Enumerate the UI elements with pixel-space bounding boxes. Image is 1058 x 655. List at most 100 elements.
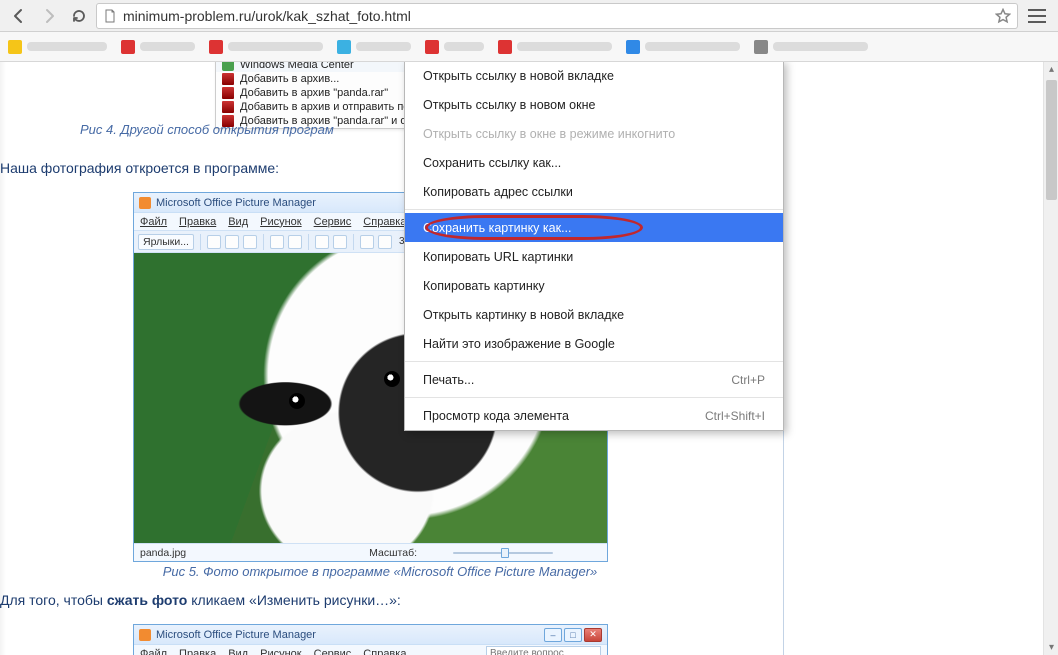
body-line-2: Для того, чтобы сжать фото кликаем «Изме…: [0, 592, 401, 608]
ctx-shortcut: Ctrl+Shift+I: [705, 409, 765, 423]
ctx-label: Просмотр кода элемента: [423, 409, 569, 423]
archive-item: Добавить в архив...: [240, 73, 339, 85]
window-close-button[interactable]: ✕: [584, 628, 602, 642]
bookmark-item[interactable]: [626, 40, 740, 54]
pm-menu-edit[interactable]: Правка: [179, 216, 216, 228]
scrollbar-thumb[interactable]: [1046, 80, 1057, 200]
page-icon: [103, 9, 117, 23]
pm-menu-picture[interactable]: Рисунок: [260, 648, 302, 655]
zoom-slider[interactable]: [453, 552, 553, 554]
status-icon[interactable]: [589, 547, 601, 559]
chrome-context-menu: Открыть ссылку в новой вкладке Открыть с…: [404, 62, 784, 431]
ctx-open-link-incognito: Открыть ссылку в окне в режиме инкогнито: [405, 119, 783, 148]
ctx-separator: [405, 209, 783, 210]
pm-menu-help[interactable]: Справка: [363, 648, 406, 655]
pm-menu-view[interactable]: Вид: [228, 648, 248, 655]
ctx-label: Копировать URL картинки: [423, 250, 573, 264]
pm-help-search: [418, 646, 601, 655]
scroll-up-button[interactable]: ▴: [1044, 62, 1058, 77]
ctx-label: Открыть ссылку в окне в режиме инкогнито: [423, 127, 675, 141]
window-maximize-button[interactable]: □: [564, 628, 582, 642]
vertical-scrollbar[interactable]: ▴ ▾: [1043, 62, 1058, 655]
ctx-open-image-new-tab[interactable]: Открыть картинку в новой вкладке: [405, 300, 783, 329]
address-bar[interactable]: minimum-problem.ru/urok/kak_szhat_foto.h…: [96, 3, 1018, 29]
toolbar-icon[interactable]: [360, 235, 374, 249]
ctx-label: Открыть ссылку в новой вкладке: [423, 69, 614, 83]
toolbar-icon[interactable]: [333, 235, 347, 249]
ctx-label: Сохранить картинку как...: [423, 221, 572, 235]
pm-title-text: Microsoft Office Picture Manager: [156, 197, 316, 209]
pm-status-scale-label: Масштаб:: [369, 547, 417, 559]
bookmark-item[interactable]: [8, 40, 107, 54]
pm-status-filename: panda.jpg: [140, 547, 186, 559]
window-minimize-button[interactable]: –: [544, 628, 562, 642]
bookmark-star-icon[interactable]: [995, 8, 1011, 24]
pm-logo-icon: [139, 629, 151, 641]
toolbar-icon[interactable]: [225, 235, 239, 249]
ctx-search-image-google[interactable]: Найти это изображение в Google: [405, 329, 783, 358]
ctx-save-link-as[interactable]: Сохранить ссылку как...: [405, 148, 783, 177]
bookmark-item[interactable]: [209, 40, 323, 54]
body-text-span: кликаем «Изменить рисунки…»:: [187, 592, 400, 608]
chrome-menu-button[interactable]: [1028, 9, 1046, 23]
toolbar-icon[interactable]: [207, 235, 221, 249]
pm-menu-service[interactable]: Сервис: [314, 648, 352, 655]
ctx-open-link-new-tab[interactable]: Открыть ссылку в новой вкладке: [405, 62, 783, 90]
browser-toolbar: minimum-problem.ru/urok/kak_szhat_foto.h…: [0, 0, 1058, 32]
scroll-down-button[interactable]: ▾: [1044, 640, 1058, 655]
toolbar-icon[interactable]: [378, 235, 392, 249]
figure4-caption: Рис 4. Другой способ открытия програм: [80, 122, 400, 137]
nav-back-button[interactable]: [6, 3, 32, 29]
ctx-copy-image[interactable]: Копировать картинку: [405, 271, 783, 300]
ctx-label: Копировать картинку: [423, 279, 545, 293]
pm-help-search-input[interactable]: [486, 646, 601, 655]
picture-manager-window-2: Microsoft Office Picture Manager – □ ✕ Ф…: [133, 624, 608, 655]
pm-title-text: Microsoft Office Picture Manager: [156, 629, 316, 641]
pm-menu-file[interactable]: Файл: [140, 648, 167, 655]
bookmark-item[interactable]: [754, 40, 868, 54]
ctx-label: Сохранить ссылку как...: [423, 156, 561, 170]
nav-forward-button[interactable]: [36, 3, 62, 29]
pm-shortcuts-button[interactable]: Ярлыки...: [138, 234, 194, 250]
toolbar-icon[interactable]: [243, 235, 257, 249]
ctx-open-link-new-window[interactable]: Открыть ссылку в новом окне: [405, 90, 783, 119]
archive-item: Добавить в архив "panda.rar": [240, 87, 388, 99]
url-text: minimum-problem.ru/urok/kak_szhat_foto.h…: [123, 8, 989, 24]
pm-menu-view[interactable]: Вид: [228, 216, 248, 228]
ctx-label: Копировать адрес ссылки: [423, 185, 573, 199]
pm-menu-picture[interactable]: Рисунок: [260, 216, 302, 228]
ctx-inspect-element[interactable]: Просмотр кода элемента Ctrl+Shift+I: [405, 401, 783, 430]
ctx-copy-link-address[interactable]: Копировать адрес ссылки: [405, 177, 783, 206]
pm-menu-help[interactable]: Справка: [363, 216, 406, 228]
bookmark-item[interactable]: [337, 40, 411, 54]
pm-menu-service[interactable]: Сервис: [314, 216, 352, 228]
pm-menu-edit[interactable]: Правка: [179, 648, 216, 655]
zoom-out-icon[interactable]: [429, 547, 441, 559]
ctx-label: Печать...: [423, 373, 474, 387]
pm-logo-icon: [139, 197, 151, 209]
ctx-label: Открыть ссылку в новом окне: [423, 98, 595, 112]
ctx-save-image-as[interactable]: Сохранить картинку как...: [405, 213, 783, 242]
toolbar-icon[interactable]: [270, 235, 284, 249]
body-line-1: Наша фотография откроется в программе:: [0, 160, 279, 176]
bookmark-item[interactable]: [498, 40, 612, 54]
bookmark-item[interactable]: [425, 40, 484, 54]
pm-menu-file[interactable]: Файл: [140, 216, 167, 228]
ctx-print[interactable]: Печать... Ctrl+P: [405, 365, 783, 394]
page-viewport: Windows Media Center Добавить в архив...…: [0, 62, 1058, 655]
body-text-bold: сжать фото: [107, 592, 188, 608]
ctx-label: Открыть картинку в новой вкладке: [423, 308, 624, 322]
toolbar-icon[interactable]: [288, 235, 302, 249]
nav-reload-button[interactable]: [66, 3, 92, 29]
figure5-caption: Рис 5. Фото открытое в программе «Micros…: [0, 564, 760, 579]
ctx-separator: [405, 361, 783, 362]
bookmarks-bar: [0, 32, 1058, 62]
zoom-in-icon[interactable]: [565, 547, 577, 559]
toolbar-icon[interactable]: [315, 235, 329, 249]
bookmark-item[interactable]: [121, 40, 195, 54]
ctx-shortcut: Ctrl+P: [731, 373, 765, 387]
ctx-separator: [405, 397, 783, 398]
pm-statusbar: panda.jpg Масштаб:: [134, 543, 607, 561]
pm-menubar: Файл Правка Вид Рисунок Сервис Справка: [134, 645, 607, 655]
ctx-copy-image-url[interactable]: Копировать URL картинки: [405, 242, 783, 271]
